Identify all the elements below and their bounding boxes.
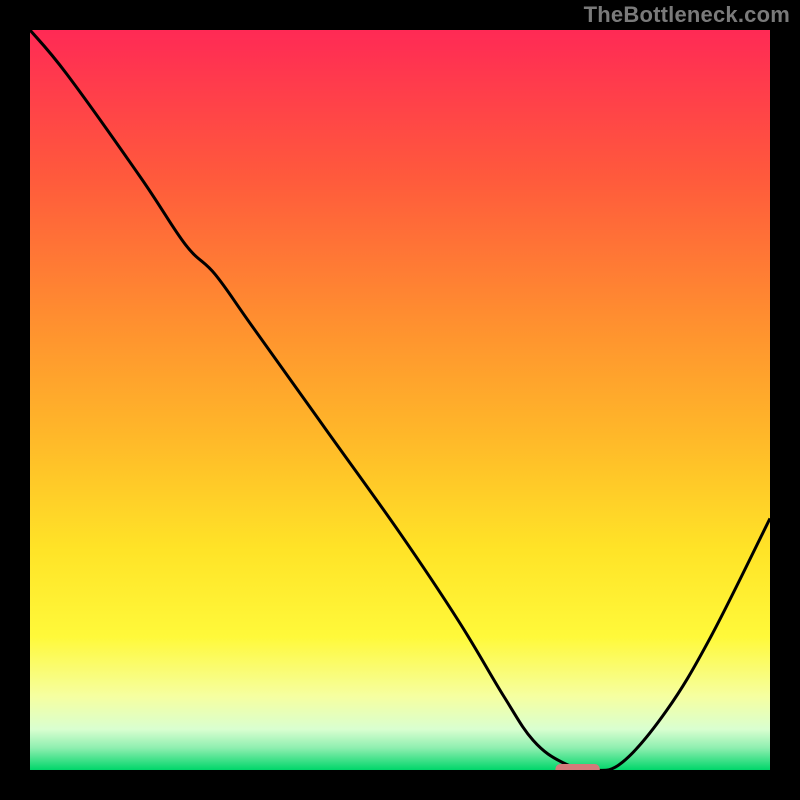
bottleneck-chart [0, 0, 800, 800]
frame-left [0, 0, 30, 800]
plot-background [30, 30, 770, 770]
frame-bottom [0, 770, 800, 800]
frame-right [770, 0, 800, 800]
chart-container: { "watermark": "TheBottleneck.com", "cha… [0, 0, 800, 800]
watermark-text: TheBottleneck.com [584, 2, 790, 28]
